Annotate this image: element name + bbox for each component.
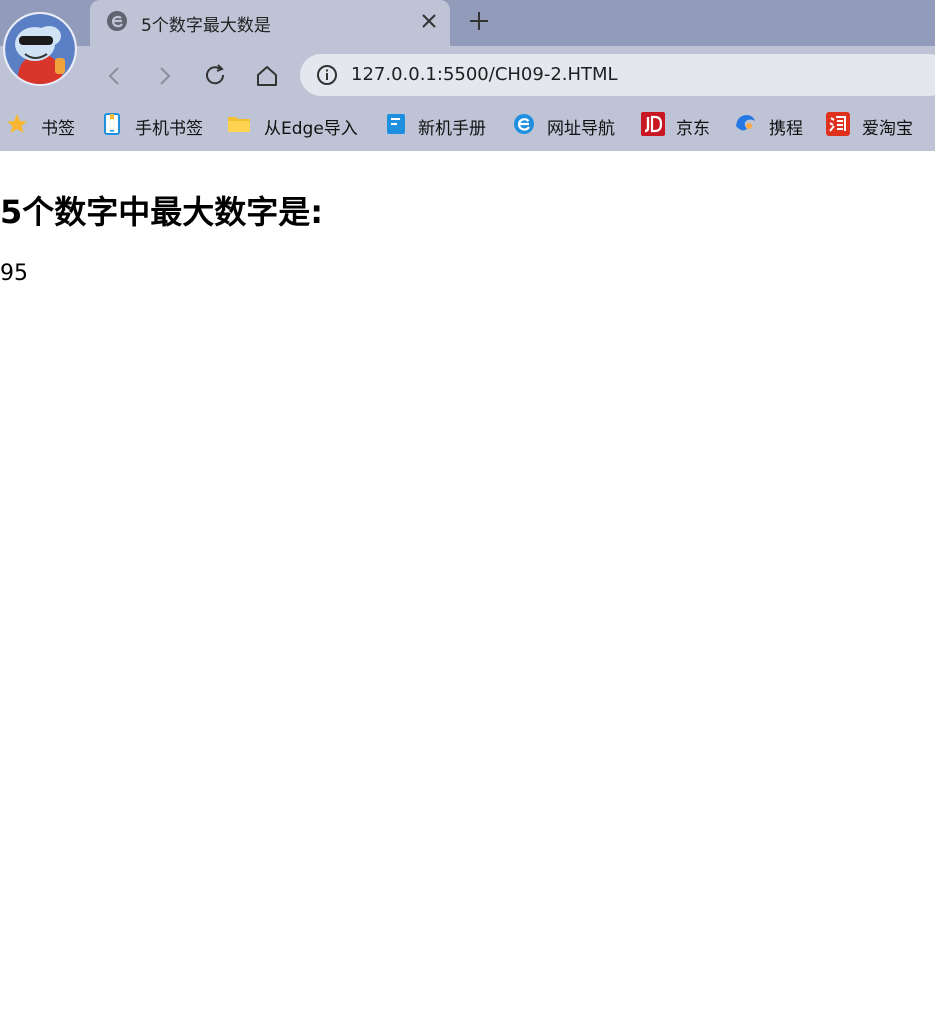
bookmark-label: 爱淘宝 bbox=[862, 119, 913, 139]
bookmark-item[interactable]: 京东 bbox=[641, 106, 717, 144]
page-heading: 5个数字中最大数字是: bbox=[0, 193, 324, 231]
bookmark-item[interactable]: 新机手册 bbox=[384, 106, 494, 144]
bookmark-item[interactable]: 从Edge导入 bbox=[227, 106, 367, 144]
forward-icon[interactable] bbox=[151, 62, 179, 90]
bookmark-item[interactable]: 爱淘宝 bbox=[826, 106, 926, 144]
manual-icon bbox=[387, 114, 405, 134]
bookmark-item[interactable]: 网址导航 bbox=[512, 106, 624, 144]
profile-avatar[interactable] bbox=[3, 12, 77, 86]
browser-chrome: 5个数字最大数是 127.0.0.1:5500/CH09-2.HTML 书签 手… bbox=[0, 0, 935, 151]
ctrip-logo-icon bbox=[736, 115, 755, 131]
close-icon[interactable] bbox=[419, 11, 439, 31]
active-tab[interactable]: 5个数字最大数是 bbox=[90, 0, 450, 46]
bookmark-label: 网址导航 bbox=[547, 119, 615, 139]
page-content: 5个数字中最大数字是: 95 bbox=[0, 151, 935, 1023]
site-info-icon[interactable] bbox=[316, 64, 338, 86]
browser-e-icon bbox=[107, 11, 127, 31]
bookmark-item[interactable]: 手机书签 bbox=[100, 106, 212, 144]
folder-icon bbox=[228, 117, 250, 132]
home-icon[interactable] bbox=[253, 62, 281, 90]
bookmark-label: 从Edge导入 bbox=[264, 119, 358, 139]
bookmark-label: 书签 bbox=[41, 119, 75, 139]
back-icon[interactable] bbox=[100, 62, 128, 90]
address-bar[interactable]: 127.0.0.1:5500/CH09-2.HTML bbox=[300, 54, 935, 96]
jd-logo-icon bbox=[641, 112, 665, 136]
bookmark-item[interactable]: 携程 bbox=[733, 106, 809, 144]
avatar-illustration bbox=[5, 14, 75, 84]
bookmark-label: 手机书签 bbox=[135, 119, 203, 139]
taobao-logo-icon bbox=[826, 112, 850, 136]
browser-e-icon bbox=[514, 114, 534, 134]
max-number-result: 95 bbox=[0, 261, 28, 286]
bookmark-item[interactable]: 书签 bbox=[5, 106, 85, 144]
bookmark-label: 携程 bbox=[769, 119, 803, 139]
bookmark-label: 京东 bbox=[676, 119, 710, 139]
reload-icon[interactable] bbox=[202, 62, 230, 90]
star-icon bbox=[7, 114, 27, 133]
tab-title: 5个数字最大数是 bbox=[141, 16, 271, 36]
bookmarks-bar: 书签 手机书签 从Edge导入 新机手册 网址导航 京东 携程 爱淘宝 bbox=[0, 106, 935, 144]
url-text[interactable]: 127.0.0.1:5500/CH09-2.HTML bbox=[351, 64, 618, 85]
bookmark-label: 新机手册 bbox=[418, 119, 486, 139]
new-tab-icon[interactable] bbox=[466, 8, 492, 34]
mobile-bookmark-icon bbox=[104, 113, 120, 135]
